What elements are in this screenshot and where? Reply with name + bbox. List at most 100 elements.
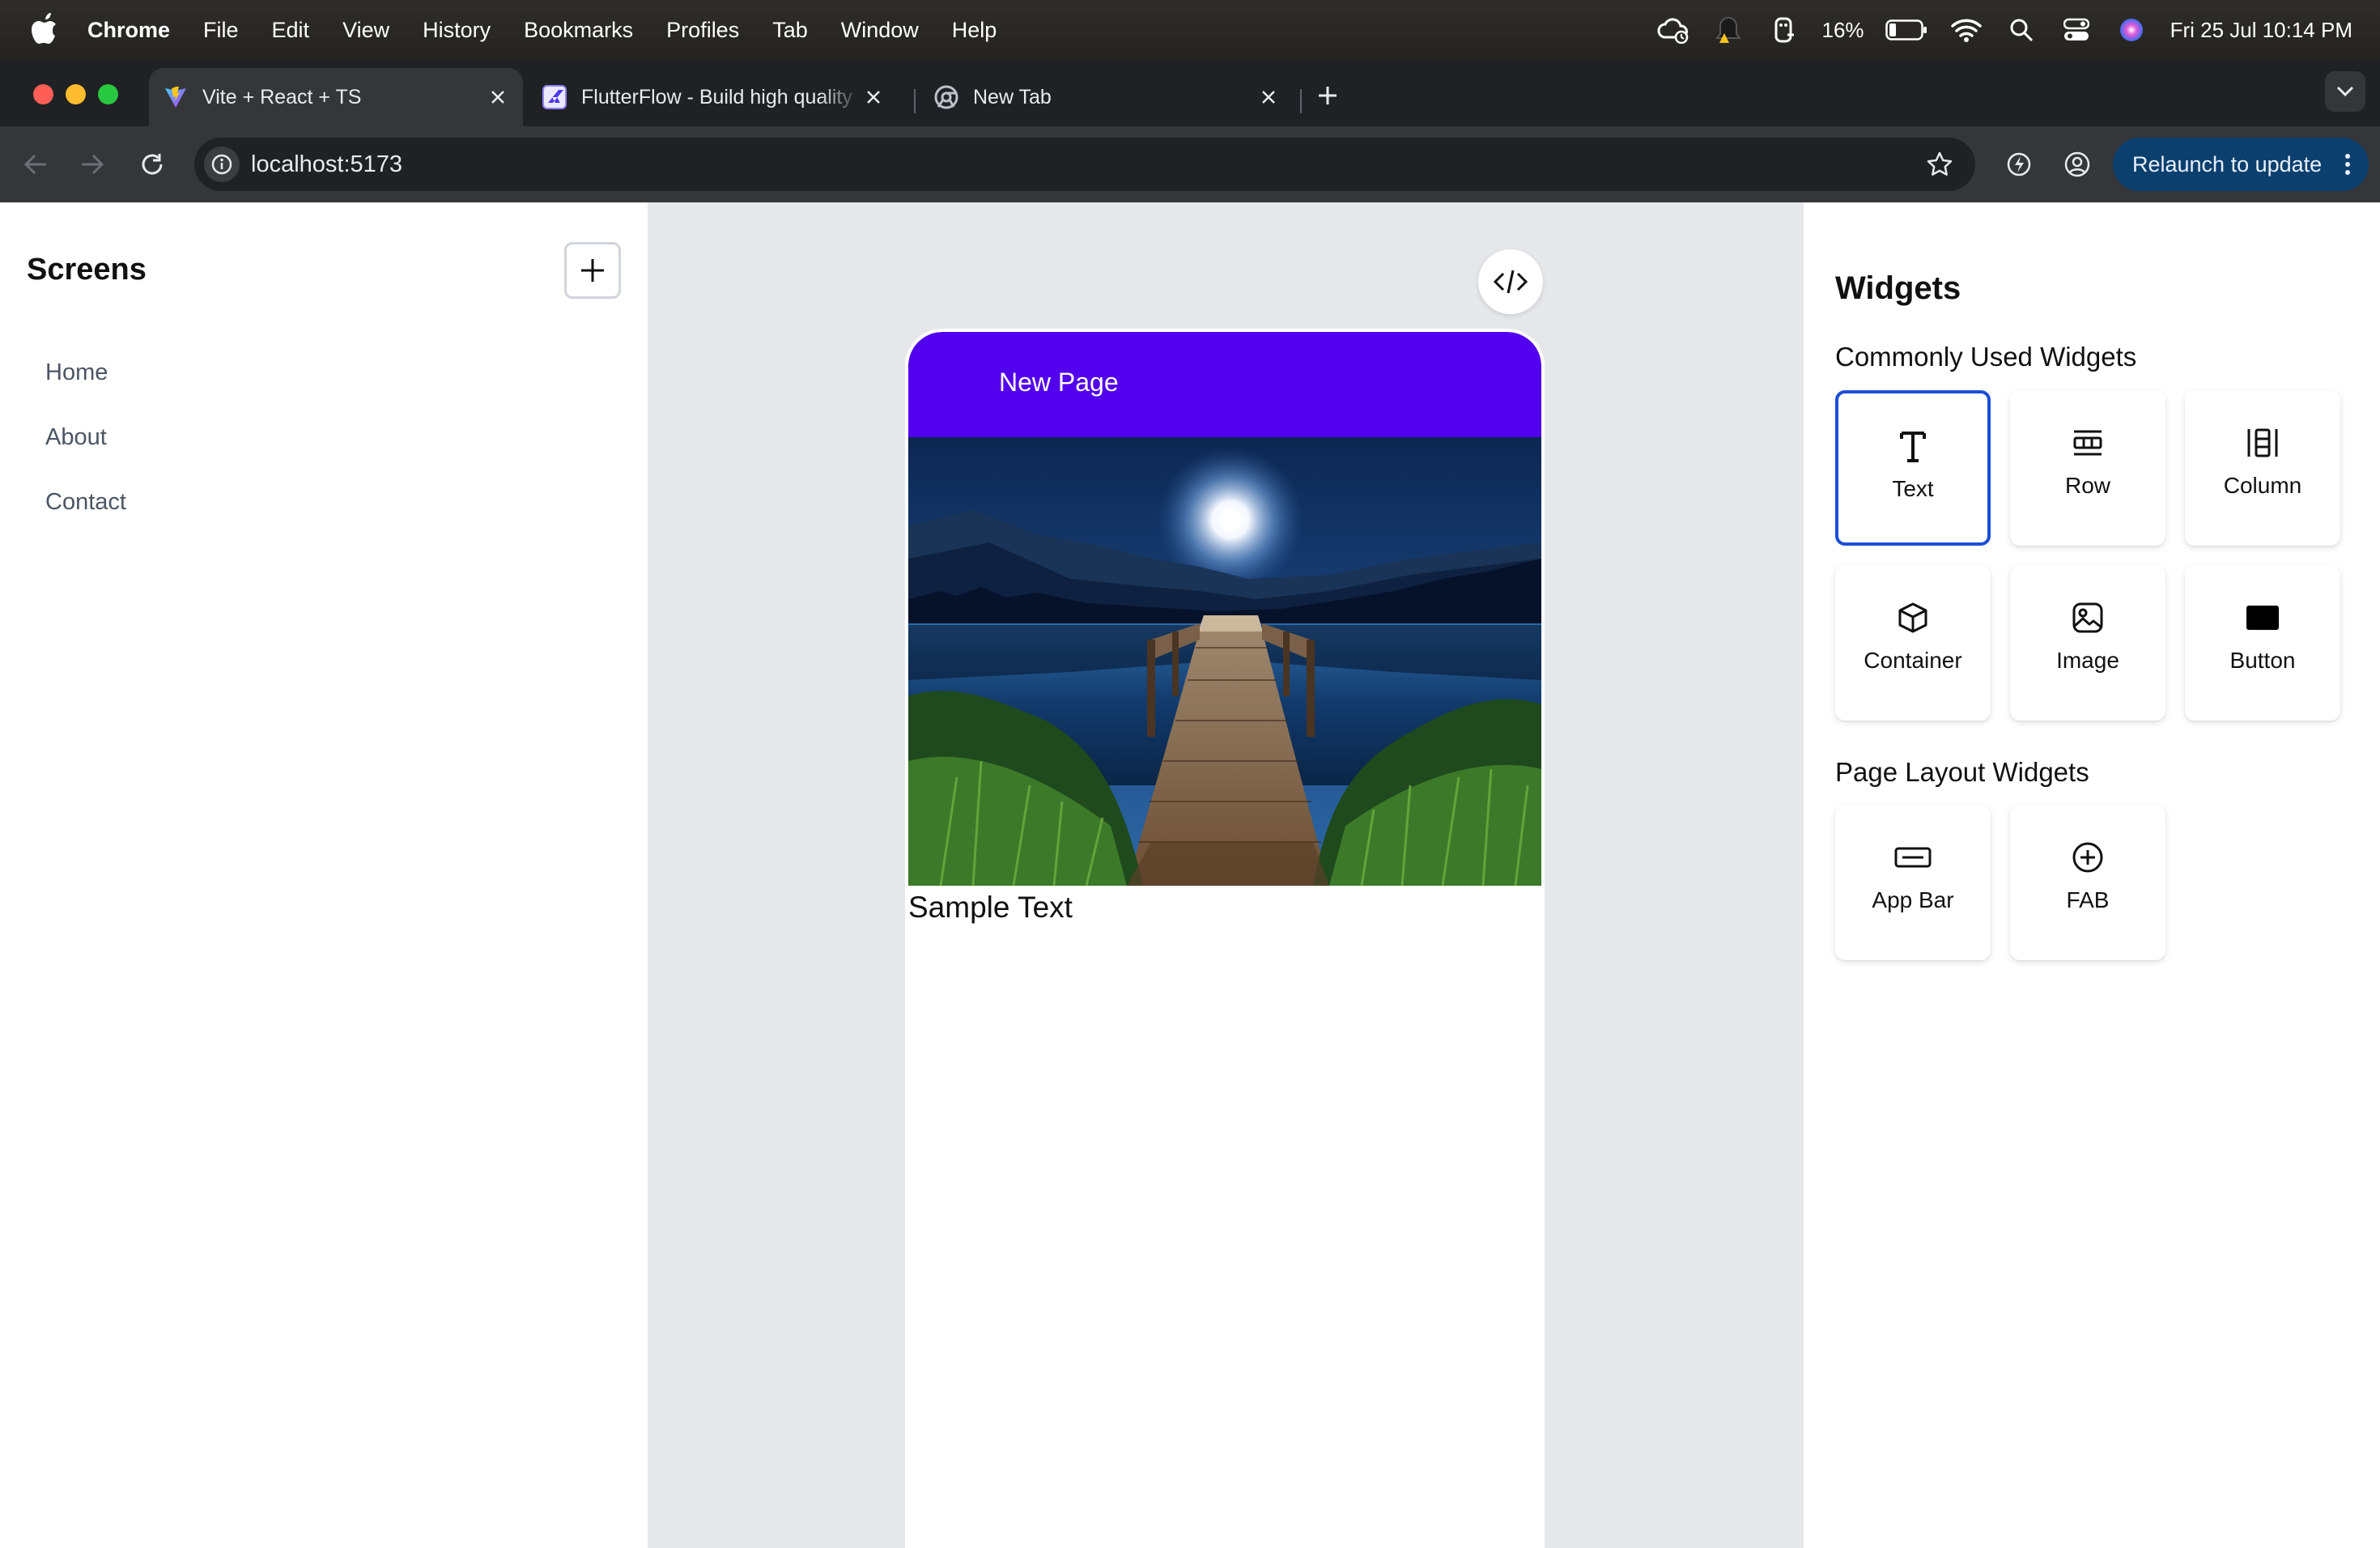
phone-preview: New Page Sample Text: [905, 329, 1545, 1548]
menu-view[interactable]: View: [342, 15, 389, 45]
app-bar-title: New Page: [999, 368, 1119, 397]
bookmark-star-icon[interactable]: [1923, 148, 1956, 181]
menu-edit[interactable]: Edit: [272, 15, 310, 45]
screen-item-home[interactable]: Home: [45, 359, 108, 386]
flutterflow-icon: [542, 85, 567, 109]
plus-icon: [581, 259, 604, 282]
spotlight-search-icon[interactable]: [2005, 14, 2038, 46]
common-widgets-heading: Commonly Used Widgets: [1835, 342, 2137, 372]
menu-help[interactable]: Help: [952, 15, 997, 45]
screens-title: Screens: [27, 253, 147, 287]
tab-flutterflow[interactable]: FlutterFlow - Build high quality: [528, 68, 899, 126]
agent-status-icon[interactable]: [1767, 14, 1800, 46]
chrome-icon: [934, 85, 958, 109]
tab-title: New Tab: [973, 85, 1052, 108]
close-tab-icon[interactable]: [861, 85, 886, 109]
widget-app-bar[interactable]: App Bar: [1835, 805, 1991, 960]
tab-search-chevron-icon[interactable]: [2325, 71, 2365, 112]
widget-fab[interactable]: FAB: [2010, 805, 2165, 960]
more-vertical-icon[interactable]: [2344, 153, 2351, 176]
preview-sample-text[interactable]: Sample Text: [908, 891, 1073, 925]
performance-icon[interactable]: [2003, 148, 2035, 181]
text-icon: [1893, 426, 1933, 466]
menu-file[interactable]: File: [203, 15, 239, 45]
menu-profiles[interactable]: Profiles: [666, 15, 739, 45]
tab-title: Vite + React + TS: [202, 85, 362, 108]
profile-icon[interactable]: [2061, 148, 2093, 181]
relaunch-label: Relaunch to update: [2132, 151, 2323, 176]
menu-tab[interactable]: Tab: [772, 15, 808, 45]
menu-bookmarks[interactable]: Bookmarks: [524, 15, 633, 45]
clock[interactable]: Fri 25 Jul 10:14 PM: [2170, 18, 2352, 43]
tab-separator: [1300, 89, 1302, 113]
site-info-icon[interactable]: [204, 147, 240, 182]
widget-label: Text: [1892, 476, 1934, 501]
view-code-button[interactable]: [1478, 249, 1543, 314]
page-layout-widgets-heading: Page Layout Widgets: [1835, 757, 2089, 787]
bell-warning-icon[interactable]: [1712, 14, 1745, 46]
widget-image[interactable]: Image: [2010, 565, 2165, 721]
browser-toolbar: localhost:5173 Relaunch to update: [0, 126, 2380, 202]
widgets-title: Widgets: [1835, 270, 1961, 306]
screen-item-about[interactable]: About: [45, 424, 107, 451]
reload-icon[interactable]: [136, 148, 168, 181]
row-icon: [2068, 423, 2108, 463]
close-tab-icon[interactable]: [486, 85, 510, 109]
new-tab-plus-icon[interactable]: [1311, 79, 1344, 112]
window-minimize-button[interactable]: [66, 84, 86, 104]
wifi-icon[interactable]: [1950, 14, 1983, 46]
widget-label: Column: [2223, 473, 2302, 498]
cloud-sync-icon[interactable]: [1657, 14, 1689, 46]
add-screen-button[interactable]: [564, 242, 621, 299]
widget-row[interactable]: Row: [2010, 390, 2165, 546]
widget-container[interactable]: Container: [1835, 565, 1991, 721]
macos-menu-bar: Chrome File Edit View History Bookmarks …: [0, 0, 2380, 60]
widget-label: App Bar: [1872, 887, 1954, 912]
window-zoom-button[interactable]: [98, 84, 118, 104]
preview-image[interactable]: [908, 437, 1541, 886]
preview-canvas: New Page Sample Text: [648, 202, 1804, 1548]
menu-history[interactable]: History: [423, 15, 491, 45]
container-icon: [1893, 598, 1933, 638]
tab-new-tab[interactable]: New Tab: [920, 68, 1294, 126]
app-bar-icon: [1893, 837, 1933, 878]
vite-icon: [165, 87, 186, 108]
widget-button[interactable]: Button: [2185, 565, 2340, 721]
back-arrow-icon[interactable]: [19, 148, 52, 181]
code-icon: [1493, 270, 1528, 294]
tab-title: FlutterFlow - Build high quality: [581, 85, 852, 108]
apple-logo-icon[interactable]: [31, 13, 58, 45]
battery-percent: 16%: [1821, 17, 1864, 42]
url-text[interactable]: localhost:5173: [251, 151, 402, 178]
tab-vite-react[interactable]: Vite + React + TS: [149, 68, 523, 126]
widget-label: FAB: [2066, 887, 2110, 912]
window-close-button[interactable]: [33, 84, 53, 104]
siri-icon[interactable]: [2115, 14, 2148, 46]
widget-label: Row: [2064, 473, 2110, 498]
button-icon: [2242, 598, 2283, 638]
control-center-icon[interactable]: [2060, 14, 2093, 46]
screen-item-contact[interactable]: Contact: [45, 489, 126, 516]
forward-arrow-icon[interactable]: [76, 148, 108, 181]
battery-icon[interactable]: [1885, 14, 1927, 46]
close-tab-icon[interactable]: [1256, 85, 1281, 109]
widgets-panel: Widgets Commonly Used Widgets Text Row C…: [1804, 202, 2380, 1548]
address-bar[interactable]: localhost:5173: [194, 138, 1975, 191]
lake-dock-moon-photo-icon: [908, 437, 1541, 886]
menu-app-name[interactable]: Chrome: [87, 15, 170, 45]
preview-app-bar[interactable]: New Page: [908, 332, 1541, 437]
relaunch-to-update-button[interactable]: Relaunch to update: [2113, 138, 2369, 191]
tab-separator: [914, 89, 916, 113]
widget-column[interactable]: Column: [2185, 390, 2340, 546]
fab-icon: [2068, 837, 2108, 878]
browser-tab-strip: Vite + React + TS FlutterFlow - Build hi…: [0, 60, 2380, 126]
widget-text[interactable]: Text: [1835, 390, 1991, 546]
app-builder: Screens Home About Contact New Page Samp…: [0, 202, 2380, 1548]
widget-label: Button: [2229, 648, 2296, 673]
screens-panel: Screens Home About Contact: [0, 202, 648, 1548]
image-icon: [2068, 598, 2108, 638]
menu-window[interactable]: Window: [841, 15, 919, 45]
widget-label: Container: [1864, 648, 1962, 673]
column-icon: [2242, 423, 2283, 463]
widget-label: Image: [2056, 648, 2119, 673]
